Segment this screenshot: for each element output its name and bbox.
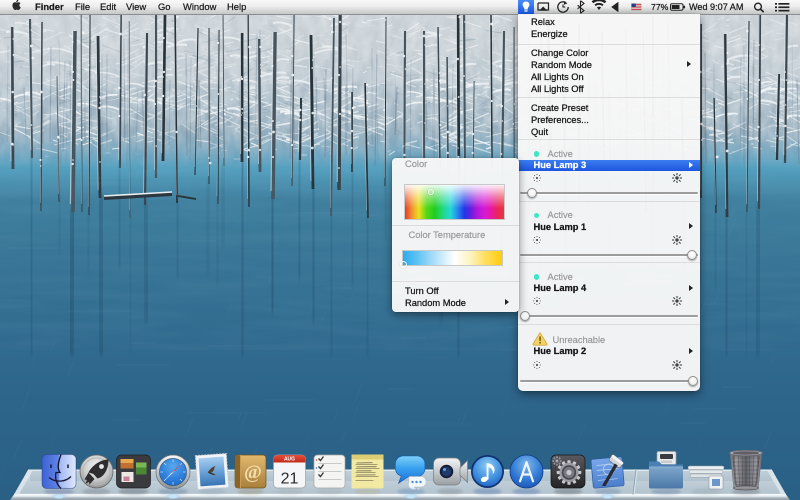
svg-text:21: 21 [281, 471, 299, 488]
svg-text:AUG: AUG [284, 457, 295, 463]
svg-text:@: @ [244, 462, 262, 483]
